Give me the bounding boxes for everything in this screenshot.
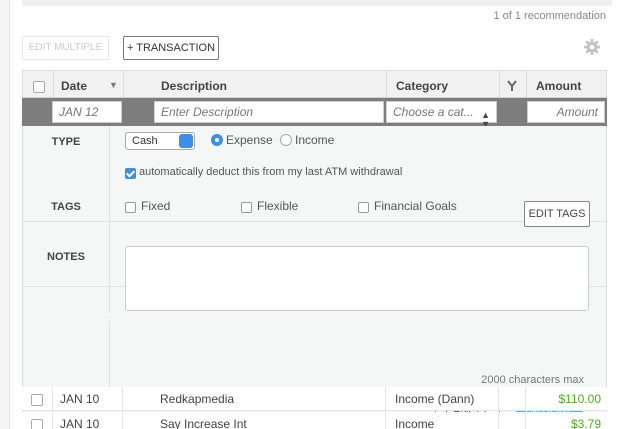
category-column-header[interactable]: Category [396, 71, 448, 98]
income-label: Income [295, 133, 335, 147]
row-date: JAN 10 [60, 392, 100, 406]
type-select[interactable]: Cash [125, 132, 195, 150]
row-category: Income [395, 417, 435, 429]
row-date: JAN 10 [60, 417, 100, 429]
table-header: Date ▼ Description Category Amount [22, 70, 607, 98]
description-input[interactable]: Enter Description [154, 101, 384, 123]
auto-deduct-label: automatically deduct this from my last A… [139, 166, 403, 178]
edit-multiple-button[interactable]: EDIT MULTIPLE [22, 36, 109, 60]
notes-label: NOTES [47, 251, 85, 263]
row-category: Income (Dann) [395, 392, 475, 406]
amount-column-header[interactable]: Amount [536, 71, 581, 98]
left-panel-edge [0, 0, 10, 429]
auto-deduct-checkbox[interactable] [125, 168, 136, 179]
row-amount: $3.79 [570, 417, 601, 429]
category-select-value: Choose a cat... [393, 105, 474, 119]
new-transaction-row: JAN 12 Enter Description Choose a cat...… [22, 98, 607, 129]
table-row[interactable]: JAN 10 Redkapmedia Income (Dann) $110.00 [22, 387, 607, 411]
top-banner [22, 0, 612, 6]
recommendation-count[interactable]: 1 of 1 recommendation [493, 10, 606, 22]
tag-flexible-checkbox[interactable] [241, 202, 252, 213]
transaction-detail-panel: TYPE Cash Expense Income automatically d… [22, 126, 607, 391]
tag-flexible-label: Flexible [257, 199, 299, 213]
tag-financial-goals-label: Financial Goals [374, 199, 457, 213]
tags-label: TAGS [51, 201, 81, 213]
tag-fixed-label: Fixed [141, 199, 171, 213]
tag-fixed-checkbox[interactable] [125, 202, 136, 213]
tag-financial-goals-checkbox[interactable] [358, 202, 369, 213]
date-column-header[interactable]: Date [61, 71, 87, 98]
select-all-checkbox[interactable] [33, 71, 45, 98]
notes-textarea[interactable] [125, 246, 589, 311]
category-select[interactable]: Choose a cat... ▲ ▼ [386, 101, 497, 129]
amount-input[interactable]: Amount [527, 101, 605, 123]
row-description: Redkapmedia [160, 392, 235, 406]
transactions-table: Date ▼ Description Category Amount JAN 1… [22, 70, 607, 429]
expense-radio[interactable] [211, 134, 223, 146]
income-radio[interactable] [280, 134, 292, 146]
gear-icon[interactable] [583, 38, 601, 56]
type-label: TYPE [51, 136, 81, 148]
table-row[interactable]: JAN 10 Say Increase Int Income $3.79 [22, 412, 607, 429]
split-icon[interactable] [505, 71, 519, 98]
type-select-value: Cash [132, 135, 158, 147]
select-arrows-icon [179, 134, 193, 148]
expense-label: Expense [226, 133, 273, 147]
row-amount: $110.00 [558, 392, 602, 406]
add-transaction-button[interactable]: + TRANSACTION [123, 36, 219, 60]
date-input[interactable]: JAN 12 [52, 101, 122, 123]
edit-tags-button[interactable]: EDIT TAGS [524, 201, 590, 227]
row-description: Say Increase Int [160, 417, 247, 429]
select-arrows-icon: ▲ ▼ [481, 110, 490, 129]
chars-max-label: 2000 characters max [481, 374, 584, 386]
description-column-header[interactable]: Description [161, 71, 227, 98]
row-checkbox[interactable] [31, 412, 43, 429]
row-checkbox[interactable] [31, 387, 43, 411]
sort-caret-icon[interactable]: ▼ [109, 71, 118, 98]
